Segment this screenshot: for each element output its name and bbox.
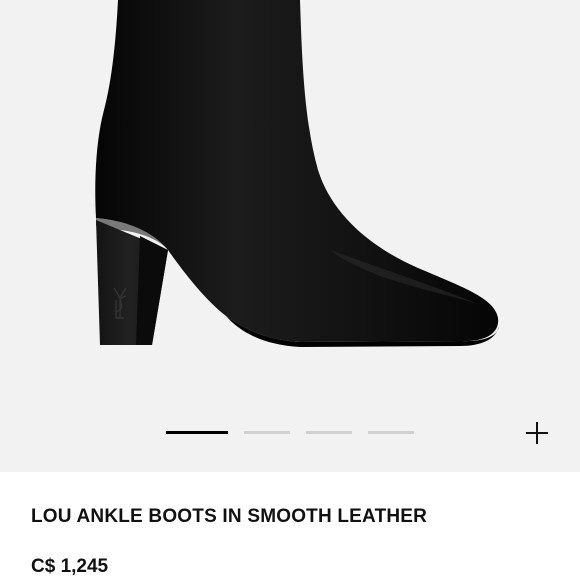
product-detail-screen: LOU ANKLE BOOTS IN SMOOTH LEATHER C$ 1,2… bbox=[0, 0, 580, 580]
pager-indicator-1[interactable] bbox=[166, 431, 228, 434]
product-info: LOU ANKLE BOOTS IN SMOOTH LEATHER C$ 1,2… bbox=[0, 472, 580, 580]
plus-icon bbox=[526, 422, 548, 444]
product-image bbox=[95, 0, 499, 347]
pager-indicator-2[interactable] bbox=[244, 431, 290, 434]
zoom-button[interactable] bbox=[524, 420, 550, 446]
product-price: C$ 1,245 bbox=[31, 556, 109, 577]
product-title: LOU ANKLE BOOTS IN SMOOTH LEATHER bbox=[31, 506, 428, 527]
pager-indicator-3[interactable] bbox=[306, 431, 352, 434]
heel-front-face bbox=[136, 236, 168, 345]
image-pager bbox=[0, 426, 580, 440]
product-image-gallery[interactable] bbox=[0, 0, 580, 472]
pager-indicator-4[interactable] bbox=[368, 431, 414, 434]
